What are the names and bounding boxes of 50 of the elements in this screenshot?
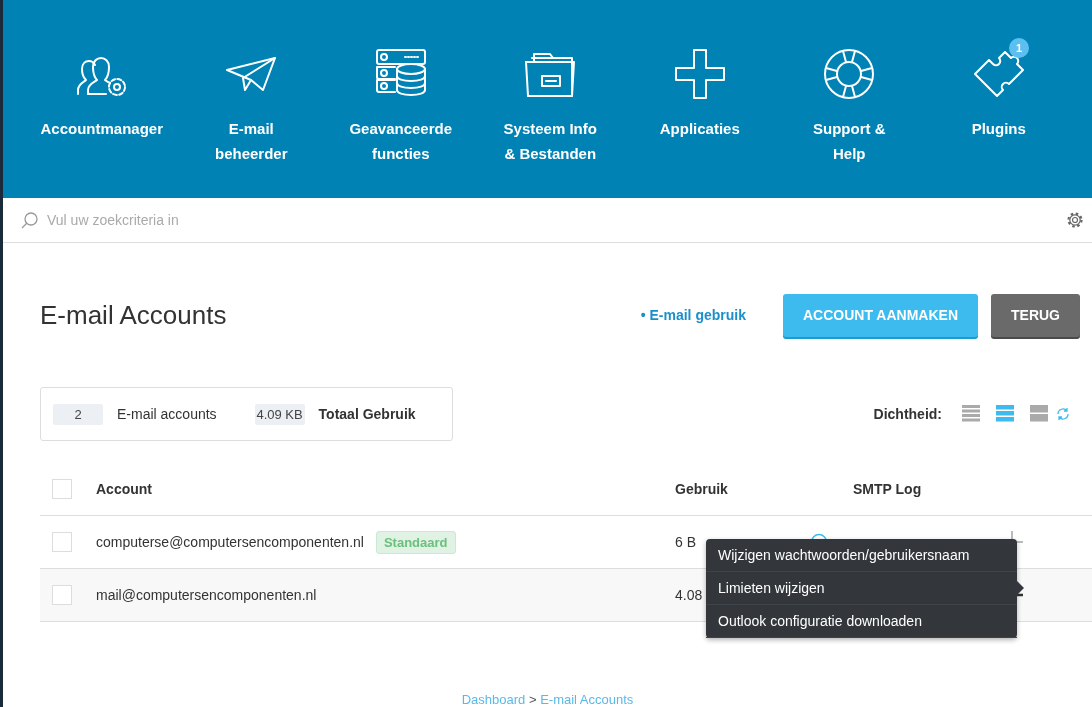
column-header: Account xyxy=(96,481,152,497)
nav-label: Systeem Info & Bestanden xyxy=(503,119,597,164)
create-account-button[interactable]: ACCOUNT AANMAKEN xyxy=(782,293,978,337)
density-icon xyxy=(962,405,980,423)
density-option[interactable] xyxy=(962,405,980,423)
density-option[interactable] xyxy=(996,405,1014,423)
nav-label: Plugins xyxy=(971,119,1026,139)
summary-value: 2 xyxy=(53,403,103,425)
settings-icon[interactable] xyxy=(1066,211,1084,229)
nav-label: Accountmanager xyxy=(40,119,163,139)
menu-item[interactable]: Outlook configuratie downloaden xyxy=(706,605,1017,638)
nav-label: Geavanceerde functies xyxy=(349,119,453,164)
nav-item[interactable]: E-mail beheerder xyxy=(176,36,326,166)
breadcrumb-link[interactable]: Dashboard xyxy=(461,692,526,707)
breadcrumb-link[interactable]: E-mail Accounts xyxy=(540,692,634,707)
nav-label: Applicaties xyxy=(659,119,740,139)
usage-value: 4.08 xyxy=(675,587,703,603)
nav-item[interactable]: Support & Help xyxy=(774,36,924,166)
nav-item[interactable]: Accountmanager xyxy=(27,36,177,141)
account-email: computerse@computersencomponenten.nl xyxy=(96,534,364,550)
nav-item[interactable]: Applicaties xyxy=(625,36,775,141)
summary-label: E-mail accounts xyxy=(117,406,217,422)
notification-badge: 1 xyxy=(1009,38,1029,58)
nav-item[interactable]: Geavanceerde functies xyxy=(326,36,476,166)
page-title: E-mail Accounts xyxy=(40,299,228,331)
breadcrumb-separator: > xyxy=(528,692,537,707)
usage-value: 6 B xyxy=(675,534,696,550)
row-checkbox[interactable] xyxy=(52,532,72,552)
nav-item[interactable]: Systeem Info & Bestanden xyxy=(475,36,625,166)
summary-label: Totaal Gebruik xyxy=(318,406,416,422)
default-tag: Standaard xyxy=(375,530,456,554)
density-icon xyxy=(996,405,1014,423)
usage-link[interactable]: • E-mail gebruik xyxy=(640,307,746,323)
density-label: Dichtheid: xyxy=(873,406,942,422)
select-all-checkbox[interactable] xyxy=(52,479,72,499)
back-button[interactable]: TERUG xyxy=(991,293,1080,337)
column-header: Gebruik xyxy=(675,481,728,497)
column-header: SMTP Log xyxy=(853,481,922,497)
menu-item[interactable]: Limieten wijzigen xyxy=(706,572,1017,605)
refresh-icon[interactable] xyxy=(1056,407,1070,421)
account-email: mail@computersencomponenten.nl xyxy=(96,587,317,603)
density-icon xyxy=(1030,405,1048,423)
nav-label: E-mail beheerder xyxy=(214,119,288,164)
menu-item[interactable]: Wijzigen wachtwoorden/gebruikersnaam xyxy=(706,539,1017,572)
search-icon xyxy=(21,211,39,229)
summary-value: 4.09 KB xyxy=(254,403,305,425)
nav-label: Support & Help xyxy=(813,119,886,164)
nav-item[interactable]: 1 Plugins xyxy=(924,36,1074,141)
density-option[interactable] xyxy=(1030,405,1048,423)
row-checkbox[interactable] xyxy=(52,585,72,605)
